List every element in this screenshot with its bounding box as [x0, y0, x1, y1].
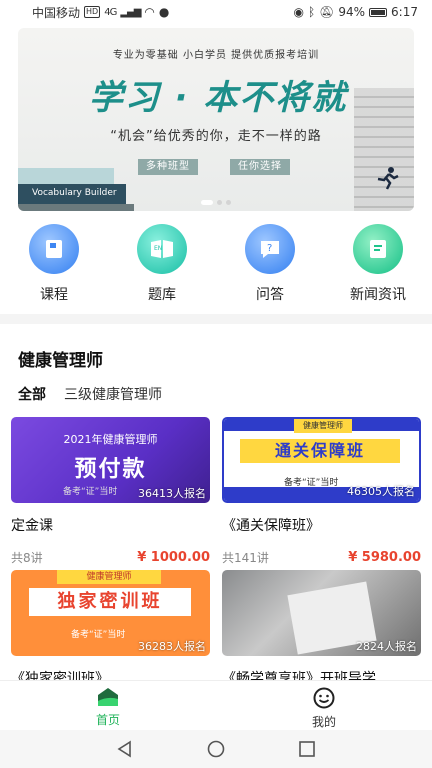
category-filters: 全部 三级健康管理师 [18, 384, 162, 406]
mute-icon: 🔕︎ [319, 5, 335, 19]
nav-qa[interactable]: ? 问答 [216, 224, 324, 304]
eye-icon: ◉ [293, 5, 304, 19]
message-icon: ● [158, 5, 170, 19]
course-price: ¥ 5980.00 [348, 550, 421, 565]
svg-text:?: ? [267, 243, 272, 254]
home-circle-icon[interactable] [207, 740, 225, 758]
course-cover-image: 健康管理师 通关保障班 备考“证”当时 46305人报名 [222, 417, 421, 503]
enrolled-count: 36413人报名 [138, 487, 206, 500]
nav-course[interactable]: 课程 [0, 224, 108, 304]
enrolled-count: 36283人报名 [138, 640, 206, 653]
wifi-icon: ◠ [144, 5, 155, 19]
course-price: ¥ 1000.00 [137, 550, 210, 565]
banner-slogan: 学习 · 本不将就 [88, 78, 348, 118]
cover-tag: 健康管理师 [57, 570, 161, 584]
nav-qa-label: 问答 [256, 287, 284, 303]
battery-icon [369, 7, 388, 17]
back-icon[interactable] [116, 740, 134, 758]
lesson-count: 共8讲 [11, 551, 43, 565]
recents-icon[interactable] [298, 740, 316, 758]
nav-news[interactable]: 新闻资讯 [324, 224, 432, 304]
book-graphic [18, 204, 134, 211]
runner-icon [377, 167, 399, 190]
cover-sub: 备考“证”当时 [63, 487, 118, 497]
cover-headline: 通关保障班 [240, 439, 400, 463]
status-bar: 中国移动 HD 4G ▂▄▆ ◠ ● ◉ ᛒ 🔕︎ 94% 6:17 [0, 0, 432, 24]
cover-sub: 备考“证”当时 [71, 630, 126, 640]
system-navigation-bar [0, 730, 432, 768]
cover-headline: 独家密训班 [29, 588, 191, 616]
battery-percent: 94% [338, 5, 366, 19]
banner-tag: 任你选择 [230, 159, 290, 175]
filter-all[interactable]: 全部 [18, 384, 46, 406]
banner-top-text: 专业为零基础 小白学员 提供优质报考培训 [112, 50, 320, 61]
carousel-dots [18, 200, 414, 205]
course-cover-image: 2824人报名 [222, 570, 421, 656]
enrolled-count: 2824人报名 [356, 640, 417, 653]
cover-year: 2021年健康管理师 [63, 433, 158, 446]
tab-home[interactable]: 首页 [0, 681, 216, 730]
smiley-profile-icon [313, 687, 335, 709]
tab-profile-label: 我的 [311, 715, 336, 729]
signal-icon: ▂▄▆ [120, 6, 141, 18]
cover-headline: 预付款 [74, 457, 147, 482]
question-bank-icon: EN [137, 224, 187, 274]
book-graphic [18, 168, 114, 184]
course-cover-image: 健康管理师 独家密训班 备考“证”当时 36283人报名 [11, 570, 210, 656]
quick-nav: 课程 EN 题库 ? 问答 新闻资讯 [0, 224, 432, 304]
carrier-label: 中国移动 [32, 5, 81, 20]
cover-tag: 健康管理师 [294, 419, 352, 433]
hd-badge: HD [84, 6, 101, 18]
bottom-tab-bar: 首页 我的 [0, 680, 432, 730]
carousel-dot[interactable] [226, 200, 231, 205]
course-title: 定金课 [11, 518, 53, 534]
promo-banner[interactable]: 专业为零基础 小白学员 提供优质报考培训 学习 · 本不将就 “机会”给优秀的你… [18, 28, 414, 211]
tab-profile[interactable]: 我的 [216, 681, 432, 730]
nav-news-label: 新闻资讯 [350, 287, 406, 303]
book-title: Vocabulary Builder [32, 188, 117, 198]
filter-level3[interactable]: 三级健康管理师 [64, 384, 162, 404]
section-title: 健康管理师 [18, 351, 103, 371]
network-type: 4G [104, 6, 117, 18]
banner-subtitle: “机会”给优秀的你，走不一样的路 [110, 129, 322, 144]
course-card[interactable]: 2021年健康管理师 预付款 备考“证”当时 36413人报名 定金课 共8讲 … [11, 417, 210, 566]
svg-text:EN: EN [154, 245, 162, 252]
bluetooth-icon: ᛒ [307, 5, 316, 19]
nav-course-label: 课程 [40, 287, 68, 303]
qa-chat-icon: ? [245, 224, 295, 274]
nav-question-bank-label: 题库 [148, 287, 176, 303]
lesson-count: 共141讲 [222, 551, 269, 565]
course-card[interactable]: 2824人报名 《畅学尊享班》开班导学 [222, 570, 421, 688]
enrolled-count: 46305人报名 [347, 485, 415, 498]
course-book-icon [29, 224, 79, 274]
nav-question-bank[interactable]: EN 题库 [108, 224, 216, 304]
course-cover-image: 2021年健康管理师 预付款 备考“证”当时 36413人报名 [11, 417, 210, 503]
tab-home-label: 首页 [95, 713, 120, 727]
carousel-dot[interactable] [201, 200, 213, 205]
home-icon [98, 688, 118, 706]
course-card[interactable]: 健康管理师 通关保障班 备考“证”当时 46305人报名 《通关保障班》 共14… [222, 417, 421, 566]
course-card[interactable]: 健康管理师 独家密训班 备考“证”当时 36283人报名 《独家密训班》 [11, 570, 210, 688]
banner-tag: 多种班型 [138, 159, 198, 175]
clock: 6:17 [391, 5, 418, 19]
section-divider [0, 314, 432, 324]
news-icon [353, 224, 403, 274]
course-title: 《通关保障班》 [222, 518, 320, 534]
carousel-dot[interactable] [217, 200, 222, 205]
